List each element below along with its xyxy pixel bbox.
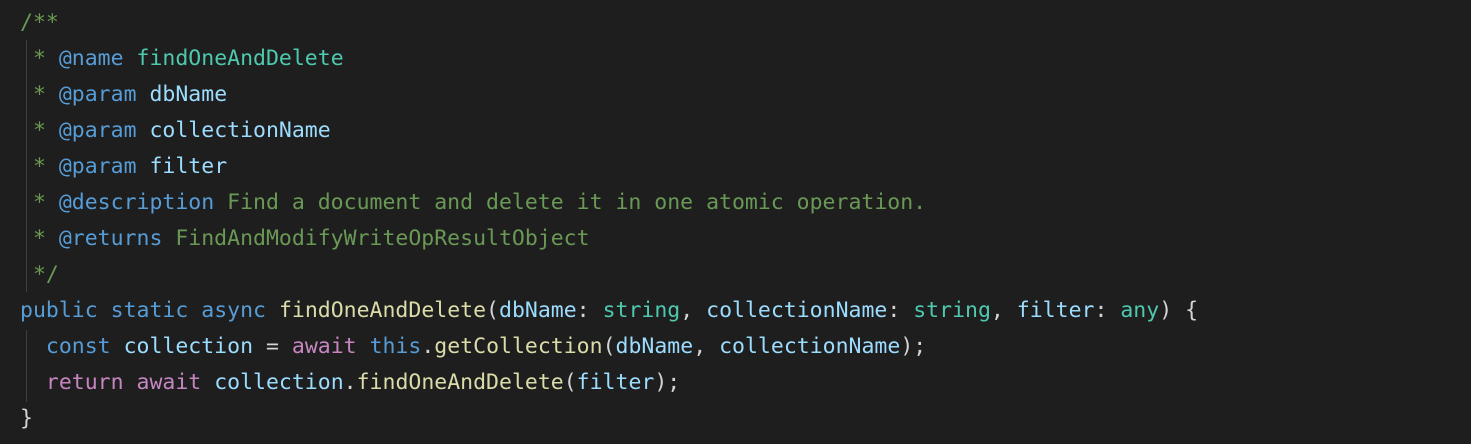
code-token: , [680, 298, 707, 323]
code-token: async [201, 298, 266, 323]
code-token: return [45, 370, 124, 395]
code-token: : [887, 298, 914, 323]
code-token: const [45, 334, 111, 359]
code-token: @param [58, 82, 137, 107]
code-token: filter [1016, 298, 1095, 323]
code-line[interactable]: * @param filter [20, 149, 227, 185]
code-token: Find a document and delete it in one ato… [214, 190, 927, 215]
code-token: any [1120, 298, 1160, 323]
code-token: filter [576, 370, 655, 395]
code-token: await [136, 370, 202, 395]
code-token: , [693, 334, 720, 359]
code-token: @returns [58, 226, 163, 251]
code-token: static [110, 298, 189, 323]
code-token: collectionName [719, 334, 901, 359]
code-token: await [291, 334, 357, 359]
code-token: = [253, 334, 292, 359]
code-token: ); [654, 370, 681, 395]
code-token: ) { [1159, 298, 1199, 323]
code-token: * [20, 226, 59, 251]
code-line[interactable]: /** [20, 5, 59, 41]
code-token: filter [149, 154, 228, 179]
code-token: /** [20, 10, 59, 35]
code-token: this [369, 334, 422, 359]
code-line[interactable]: return await collection.findOneAndDelete… [20, 365, 680, 401]
code-token: } [20, 406, 33, 431]
code-token: findOneAndDelete [136, 46, 344, 71]
code-token: ); [900, 334, 927, 359]
code-token: * [20, 82, 59, 107]
code-token: : [1094, 298, 1121, 323]
code-token: . [343, 370, 357, 395]
code-token: collection [123, 334, 254, 359]
code-token: public [20, 298, 98, 323]
code-line[interactable]: * @name findOneAndDelete [20, 41, 344, 77]
code-token: . [421, 334, 435, 359]
code-token: * [20, 46, 59, 71]
code-token: findOneAndDelete [356, 370, 564, 395]
code-line[interactable]: * @returns FindAndModifyWriteOpResultObj… [20, 221, 590, 257]
code-token: */ [20, 262, 59, 287]
code-token: dbName [615, 334, 694, 359]
code-token: * [20, 190, 59, 215]
code-token: collectionName [149, 118, 331, 143]
code-token: dbName [499, 298, 577, 323]
code-token: ( [602, 334, 616, 359]
code-token: findOneAndDelete [278, 298, 487, 323]
code-token: dbName [149, 82, 228, 107]
code-token: * [20, 154, 59, 179]
code-token: collectionName [706, 298, 888, 323]
code-token: , [990, 298, 1017, 323]
code-line[interactable]: * @description Find a document and delet… [20, 185, 926, 221]
code-token: FindAndModifyWriteOpResultObject [162, 226, 590, 251]
code-token: ( [486, 298, 499, 323]
code-line[interactable]: * @param dbName [20, 77, 227, 113]
code-token: @description [58, 190, 215, 215]
code-line[interactable]: const collection = await this.getCollect… [20, 329, 926, 365]
code-token: @param [58, 154, 137, 179]
code-token: : [576, 298, 603, 323]
code-token: @param [58, 118, 137, 143]
code-token: * [20, 118, 59, 143]
code-token: collection [214, 370, 344, 395]
code-line[interactable]: * @param collectionName [20, 113, 331, 149]
code-token: getCollection [434, 334, 603, 359]
code-line[interactable]: public static async findOneAndDelete(dbN… [20, 293, 1198, 329]
code-token: string [602, 298, 681, 323]
code-line[interactable]: */ [20, 257, 59, 293]
code-token: string [913, 298, 991, 323]
code-token: @name [58, 46, 124, 71]
code-token: ( [563, 370, 577, 395]
code-editor[interactable]: /** * @name findOneAndDelete * @param db… [0, 0, 1471, 444]
code-line[interactable]: } [20, 401, 33, 437]
